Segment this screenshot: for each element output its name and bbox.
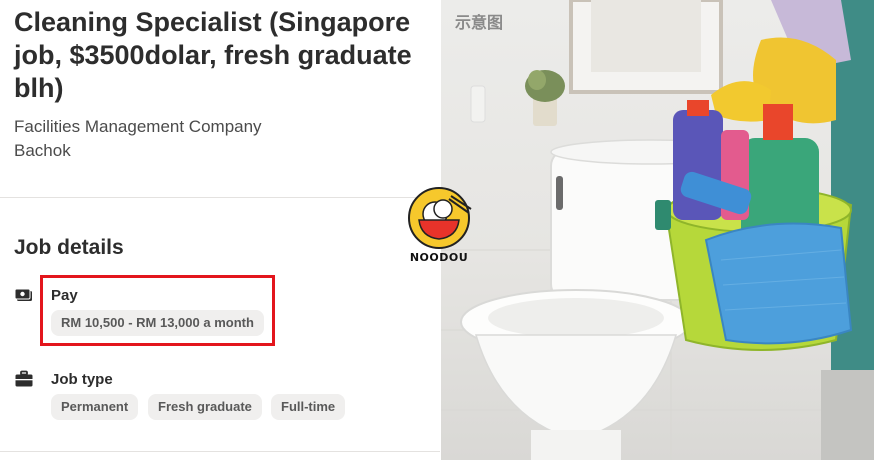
job-title[interactable]: Cleaning Specialist (Singapore job, $350…: [14, 6, 419, 105]
pay-highlight-box: [40, 275, 275, 346]
illustrative-photo: 示意图: [441, 0, 874, 460]
noodou-logo-text: NOODOU: [409, 251, 469, 264]
job-type-chip: Permanent: [51, 394, 139, 420]
noodou-logo: NOODOU: [405, 187, 473, 267]
illustrative-caption: 示意图: [455, 13, 504, 32]
section-divider: [0, 451, 440, 452]
job-location: Bachok: [14, 141, 71, 160]
job-type-chip: Fresh graduate: [148, 394, 262, 420]
bathroom-scene-image: [441, 0, 874, 460]
money-icon: [14, 288, 32, 301]
job-type-chip: Full-time: [271, 394, 346, 420]
company-name[interactable]: Facilities Management Company: [14, 117, 262, 137]
job-posting-panel: Cleaning Specialist (Singapore job, $350…: [0, 0, 440, 460]
briefcase-icon: [15, 370, 33, 387]
job-type-chips: Permanent Fresh graduate Full-time: [51, 394, 431, 420]
noodle-bowl-icon: [408, 187, 472, 249]
job-details-heading: Job details: [14, 236, 124, 259]
section-divider: [0, 197, 440, 198]
job-type-label: Job type: [51, 371, 113, 388]
